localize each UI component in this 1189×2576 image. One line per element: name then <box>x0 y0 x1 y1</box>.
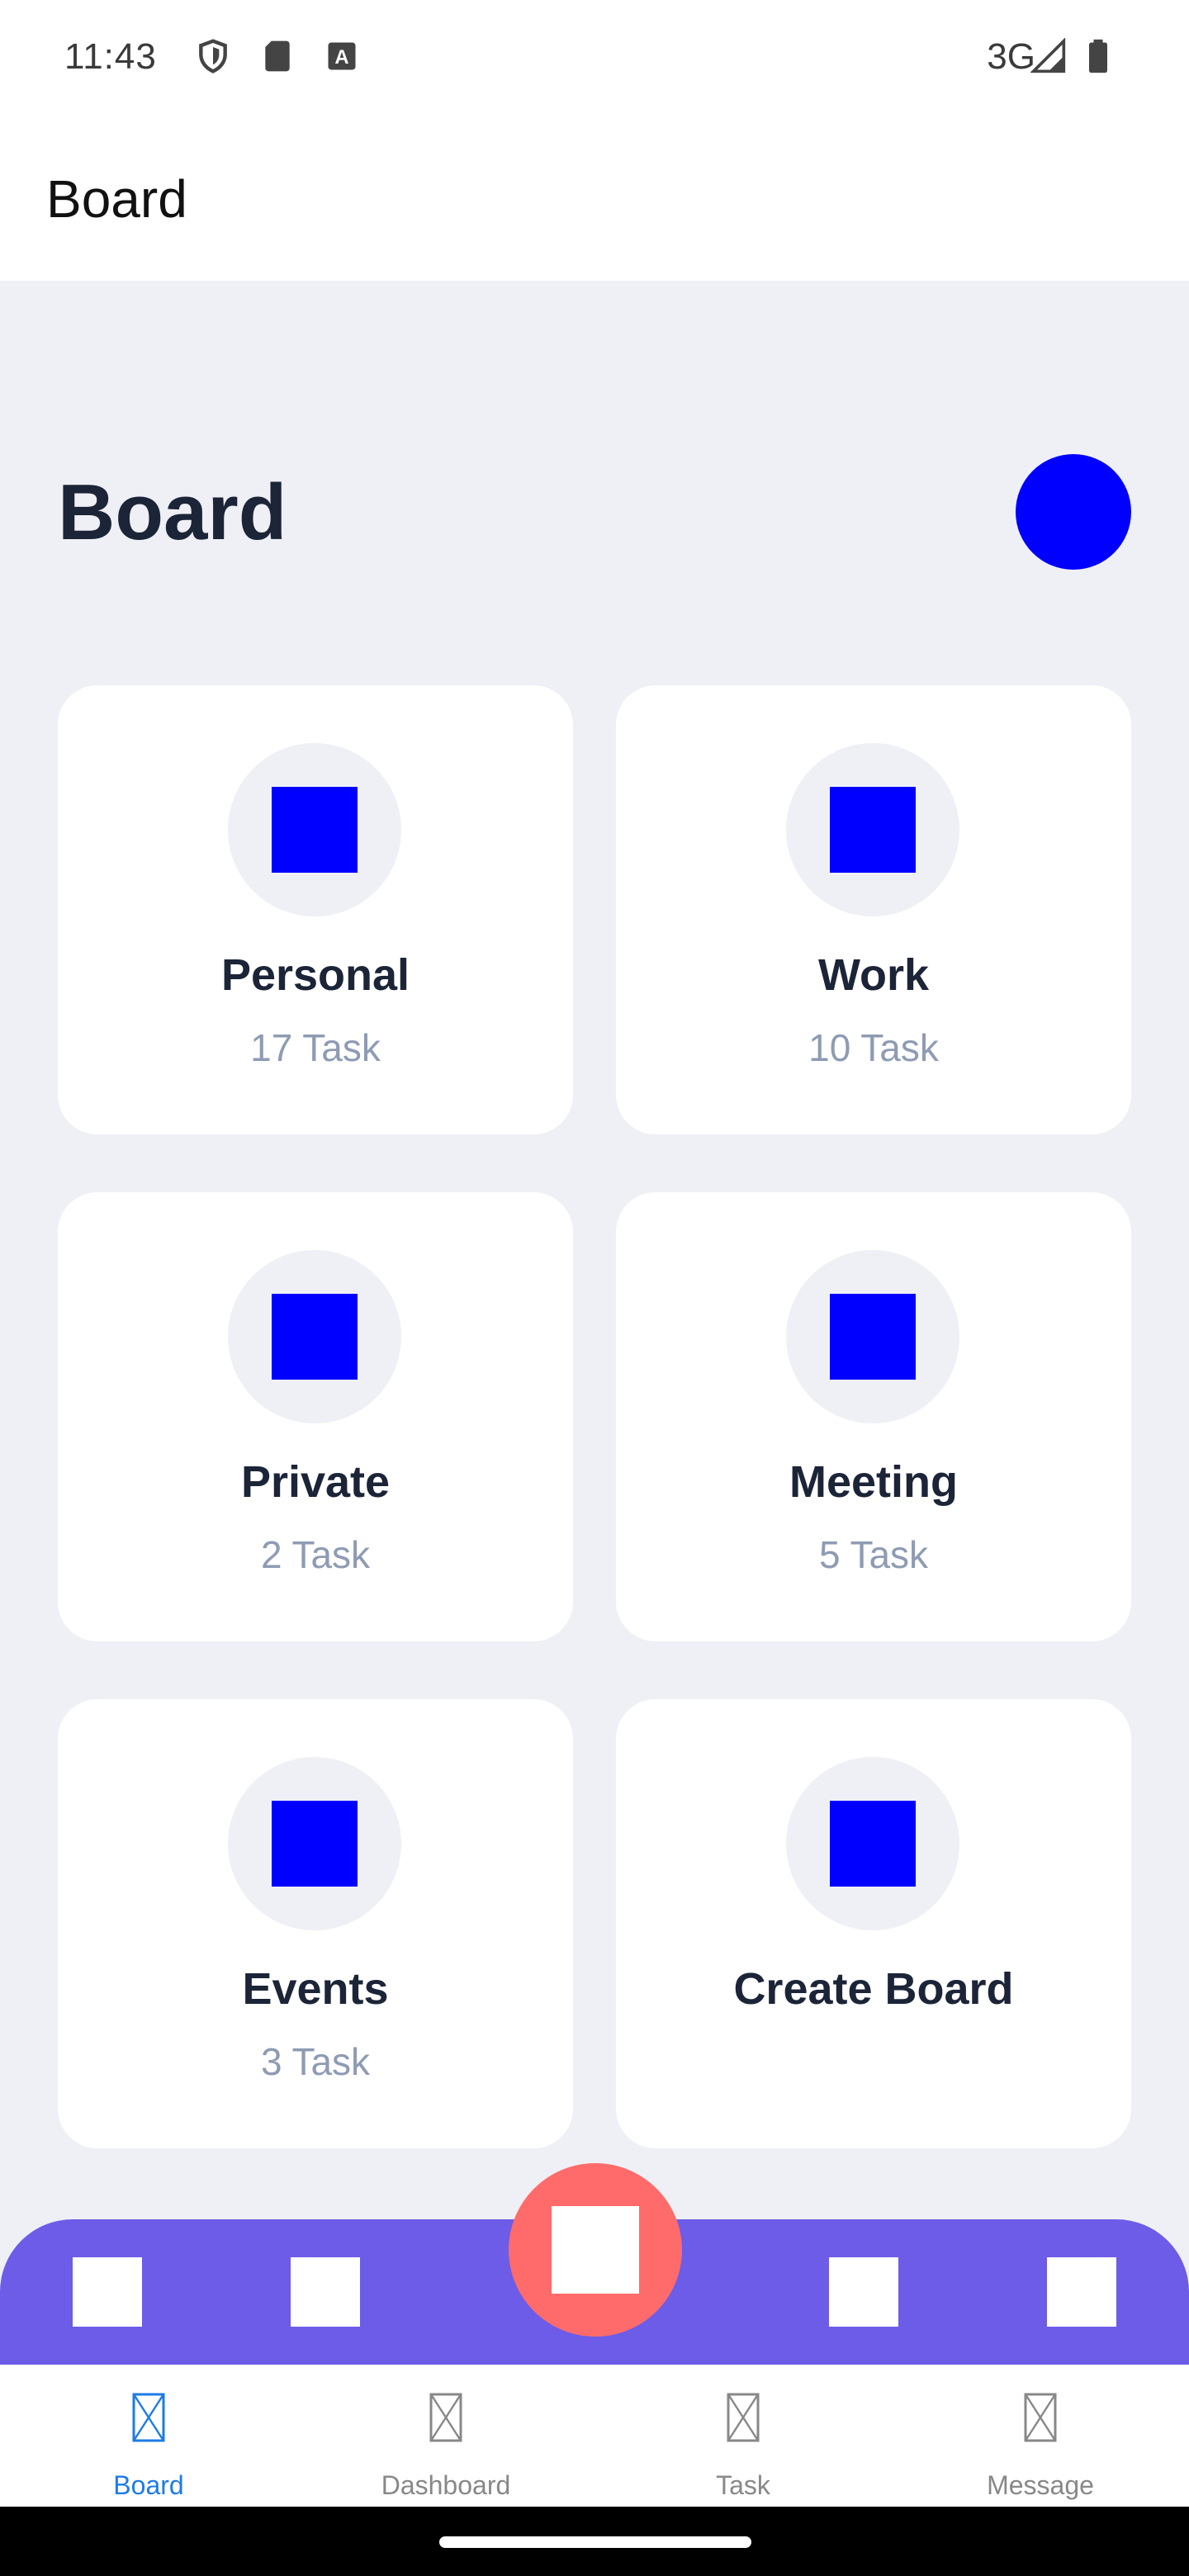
board-title: Create Board <box>733 1964 1014 2014</box>
board-icon <box>830 787 916 873</box>
nav-item-task[interactable]: Task <box>594 2365 892 2507</box>
nav-item-board[interactable]: Board <box>0 2365 297 2507</box>
board-card-private[interactable]: Private 2 Task <box>58 1192 573 1641</box>
action-bar-icon-2[interactable] <box>291 2257 360 2327</box>
status-time: 11:43 <box>64 36 157 77</box>
board-card-meeting[interactable]: Meeting 5 Task <box>616 1192 1131 1641</box>
message-nav-icon <box>1024 2393 1057 2442</box>
board-task-count: 10 Task <box>808 1026 939 1069</box>
page-title: Board <box>58 468 287 556</box>
board-task-count: 17 Task <box>250 1026 381 1069</box>
nav-item-dashboard[interactable]: Dashboard <box>297 2365 594 2507</box>
board-icon-circle <box>228 1757 401 1930</box>
app-bar-title: Board <box>46 169 187 229</box>
svg-text:A: A <box>334 46 348 69</box>
home-gesture-handle[interactable] <box>439 2536 751 2548</box>
create-board-card[interactable]: Create Board <box>616 1699 1131 2148</box>
nav-label: Message <box>987 2470 1094 2500</box>
board-task-count: 3 Task <box>260 2040 371 2083</box>
status-bar: 11:43 A 3G <box>0 0 1189 119</box>
board-task-count: 5 Task <box>818 1533 929 1576</box>
nav-label: Board <box>113 2470 184 2500</box>
shield-icon <box>199 39 227 73</box>
board-title: Meeting <box>789 1457 958 1507</box>
nav-label: Dashboard <box>381 2470 511 2500</box>
board-icon <box>272 787 358 873</box>
bottom-nav: Board Dashboard Task Message <box>0 2365 1189 2507</box>
board-title: Events <box>242 1964 389 2014</box>
nav-item-message[interactable]: Message <box>892 2365 1189 2507</box>
action-bar-icon-4[interactable] <box>1047 2257 1116 2327</box>
board-title: Work <box>817 950 930 1000</box>
action-bar-icon-1[interactable] <box>73 2257 142 2327</box>
board-title: Private <box>240 1457 391 1507</box>
board-icon <box>830 1294 916 1380</box>
board-icon-circle <box>786 1757 959 1930</box>
network-type: 3G <box>987 36 1035 77</box>
add-board-icon <box>830 1801 916 1887</box>
board-title: Personal <box>220 950 410 1000</box>
board-card-work[interactable]: Work 10 Task <box>616 685 1131 1134</box>
board-icon-circle <box>786 743 959 916</box>
app-bar: Board <box>0 119 1189 281</box>
sd-card-icon <box>265 40 290 72</box>
board-icon-circle <box>228 743 401 916</box>
board-icon <box>272 1294 358 1380</box>
signal-icon <box>1030 38 1066 73</box>
nav-label: Task <box>716 2470 770 2500</box>
keyboard-a-icon: A <box>328 42 356 70</box>
fab-button[interactable] <box>509 2163 682 2337</box>
system-gesture-bar <box>0 2507 1189 2576</box>
fab-icon <box>552 2206 639 2294</box>
action-bar-icon-3[interactable] <box>829 2257 898 2327</box>
dashboard-nav-icon <box>429 2393 462 2442</box>
task-nav-icon <box>727 2393 760 2442</box>
board-icon-circle <box>228 1250 401 1423</box>
battery-icon <box>1089 39 1107 73</box>
avatar[interactable] <box>1016 454 1131 570</box>
board-card-personal[interactable]: Personal 17 Task <box>58 685 573 1134</box>
board-icon-circle <box>786 1250 959 1423</box>
board-icon <box>272 1801 358 1887</box>
board-task-count: 2 Task <box>260 1533 371 1576</box>
board-card-events[interactable]: Events 3 Task <box>58 1699 573 2148</box>
board-nav-icon <box>132 2393 165 2442</box>
